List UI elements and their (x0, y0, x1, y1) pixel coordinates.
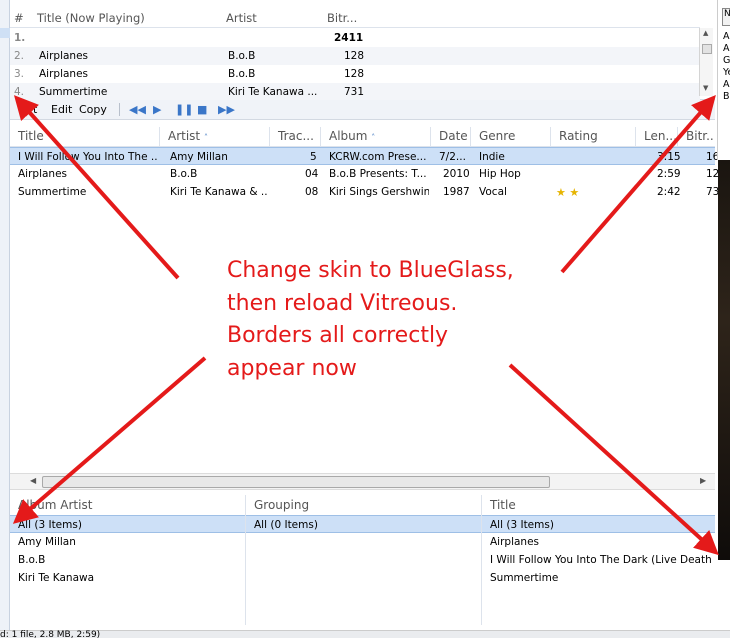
arrow-bottom-left (12, 356, 207, 524)
annotation-arrows (12, 94, 719, 556)
arrow-bottom-right (508, 363, 719, 556)
arrow-top-right (560, 94, 716, 274)
arrow-top-left (13, 95, 180, 280)
